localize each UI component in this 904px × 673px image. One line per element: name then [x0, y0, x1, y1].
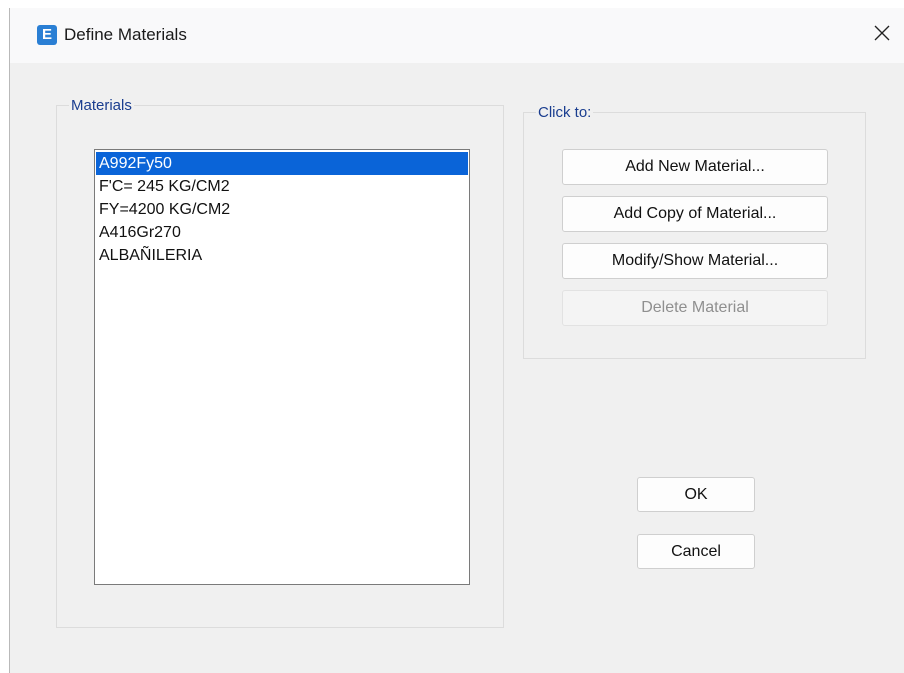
material-list-item[interactable]: A992Fy50 [96, 152, 468, 175]
materials-listbox[interactable]: A992Fy50 F'C= 245 KG/CM2 FY=4200 KG/CM2 A41… [94, 149, 470, 585]
add-copy-of-material-button[interactable]: Add Copy of Material... [562, 196, 828, 232]
close-button[interactable] [859, 8, 904, 58]
delete-material-button[interactable]: Delete Material [562, 290, 828, 326]
actions-group-label: Click to: [536, 104, 594, 122]
app-icon: E [37, 25, 57, 45]
materials-group-label: Materials [69, 97, 134, 115]
material-list-item[interactable]: FY=4200 KG/CM2 [96, 198, 468, 221]
materials-list: A992Fy50 F'C= 245 KG/CM2 FY=4200 KG/CM2 A41… [96, 152, 468, 267]
define-materials-dialog: E Define Materials Materials A992Fy50 F'C… [9, 8, 904, 673]
material-list-item[interactable]: A416Gr270 [96, 221, 468, 244]
add-new-material-button[interactable]: Add New Material... [562, 149, 828, 185]
close-icon [874, 25, 890, 41]
dialog-title: Define Materials [64, 25, 187, 44]
material-list-item[interactable]: F'C= 245 KG/CM2 [96, 175, 468, 198]
title-bar: E Define Materials [10, 8, 904, 63]
modify-show-material-button[interactable]: Modify/Show Material... [562, 243, 828, 279]
cancel-button[interactable]: Cancel [637, 534, 755, 569]
ok-button[interactable]: OK [637, 477, 755, 512]
material-list-item[interactable]: ALBAÑILERIA [96, 244, 468, 267]
